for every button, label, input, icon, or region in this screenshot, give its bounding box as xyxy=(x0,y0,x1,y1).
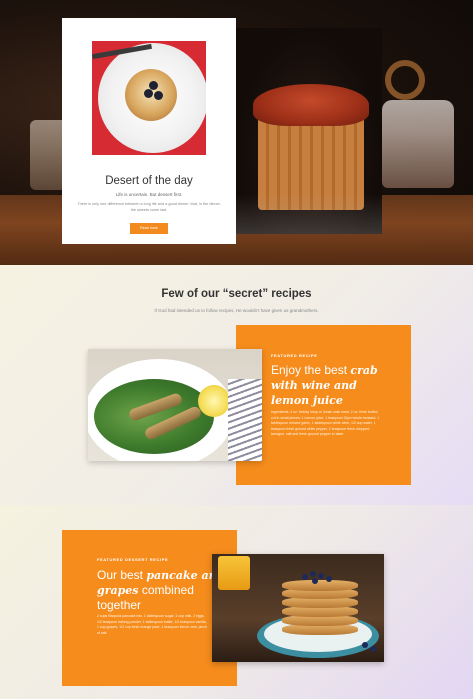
card-subtitle: Life is uncertain. But dessert first. xyxy=(115,192,183,197)
featured-recipe-body: Ingredients: 4 oz. freshly lump or Jonah… xyxy=(271,410,380,436)
blueberry xyxy=(302,574,308,580)
featured-recipe-title: Enjoy the best crab with wine and lemon … xyxy=(271,363,378,407)
blueberry xyxy=(370,646,376,652)
section-heading: Few of our “secret” recipes xyxy=(161,288,312,300)
featured-dessert-eyebrow: FEATURED DESSERT RECIPE xyxy=(97,557,169,562)
featured-dessert-body: 2 cups Bisquick pancake mix, 1 tablespoo… xyxy=(97,614,207,635)
blueberry xyxy=(362,642,368,648)
blueberry xyxy=(310,571,316,577)
blueberry xyxy=(149,81,158,90)
featured-recipe-eyebrow: FEATURED RECIPE xyxy=(271,353,318,358)
hero-section: Desert of the day Life is uncertain. But… xyxy=(0,0,473,265)
lemon-slice xyxy=(198,385,230,417)
card-title: Desert of the day xyxy=(105,175,193,187)
pancake-photo xyxy=(212,554,384,662)
read-more-button[interactable]: Read more xyxy=(130,223,168,234)
dessert-of-the-day-card: Desert of the day Life is uncertain. But… xyxy=(62,18,236,244)
striped-towel xyxy=(228,379,262,461)
featured-dessert-panel: FEATURED DESSERT RECIPE Our best pancake… xyxy=(62,530,237,686)
crab-salad-photo xyxy=(88,349,262,461)
blueberry xyxy=(144,89,153,98)
section-subheading: If God had intended us to follow recipes… xyxy=(154,308,319,313)
panettone-photo xyxy=(236,28,382,234)
recipes-section: Few of our “secret” recipes If God had i… xyxy=(0,265,473,505)
featured-recipe-panel: FEATURED RECIPE Enjoy the best crab with… xyxy=(236,325,411,485)
card-body: There is only one difference between a l… xyxy=(77,202,221,212)
blueberry xyxy=(312,578,318,584)
background-pretzel xyxy=(385,60,425,100)
blueberry xyxy=(326,576,332,582)
featured-dessert-title: Our best pancake and grapes combined tog… xyxy=(97,568,225,612)
tart-photo xyxy=(92,41,206,155)
blueberry xyxy=(154,91,163,100)
orange-juice-glass xyxy=(218,556,250,590)
blueberry xyxy=(318,573,324,579)
background-cupcake-right xyxy=(382,100,454,188)
dessert-section: FEATURED DESSERT RECIPE Our best pancake… xyxy=(0,505,473,699)
